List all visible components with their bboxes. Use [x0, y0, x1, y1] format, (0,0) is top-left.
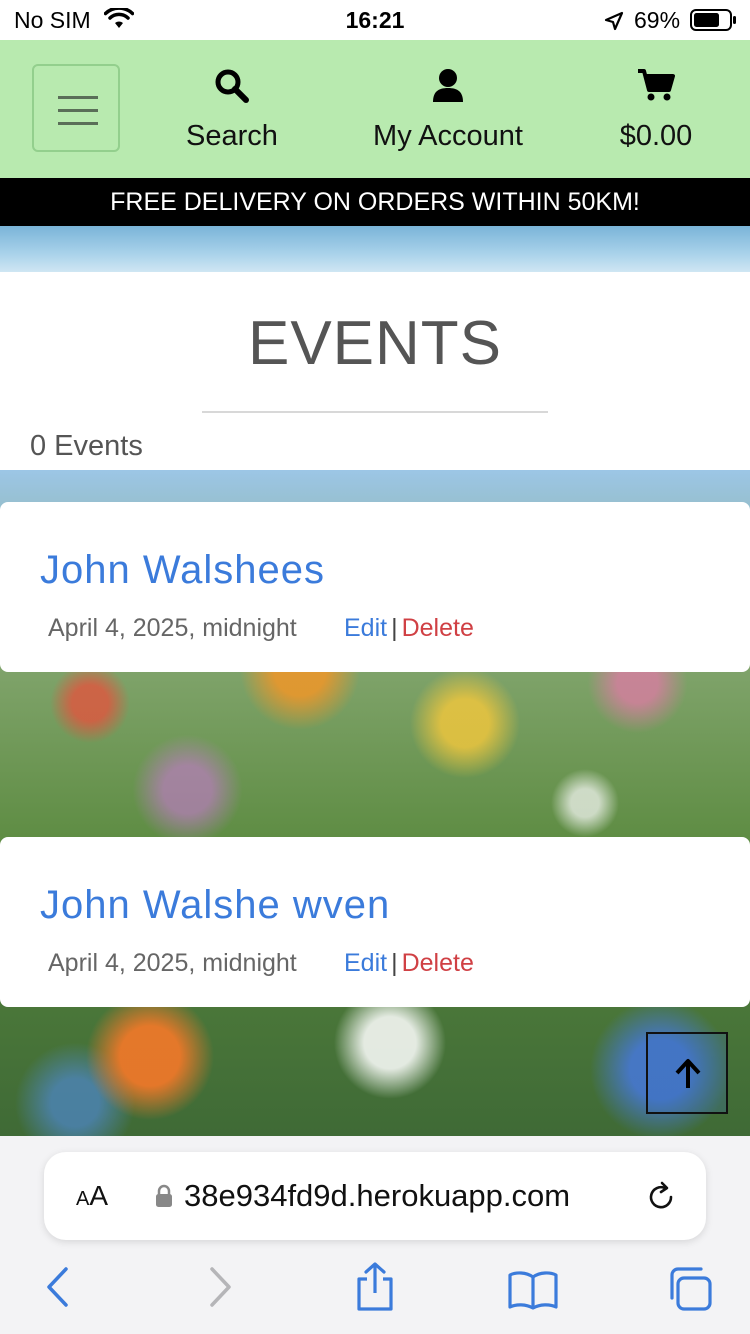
- event-card: John Walshe wven April 4, 2025, midnight…: [0, 837, 750, 1007]
- cart-nav-button[interactable]: $0.00: [596, 68, 716, 153]
- events-header-section: EVENTS 0 Events: [0, 272, 750, 470]
- page-title: EVENTS: [247, 309, 503, 378]
- status-bar: No SIM 16:21 69%: [0, 0, 750, 40]
- search-icon: [172, 68, 292, 108]
- event-title-link[interactable]: John Walshees: [40, 548, 325, 593]
- back-chevron-icon[interactable]: [44, 1266, 72, 1313]
- edit-link[interactable]: Edit: [344, 949, 387, 977]
- my-account-nav-button[interactable]: My Account: [358, 68, 538, 153]
- site-header: Search My Account $0.00: [0, 40, 750, 178]
- delete-link[interactable]: Delete: [402, 949, 474, 977]
- my-account-label: My Account: [373, 120, 523, 152]
- tabs-icon[interactable]: [666, 1266, 714, 1317]
- aa-large: A: [89, 1180, 109, 1211]
- location-arrow-icon: [604, 10, 624, 37]
- events-count: 0 Events: [30, 430, 143, 462]
- bookmarks-icon[interactable]: [508, 1270, 558, 1315]
- action-separator: |: [391, 614, 398, 642]
- hamburger-menu-icon: [58, 96, 98, 131]
- edit-link[interactable]: Edit: [344, 614, 387, 642]
- search-nav-button[interactable]: Search: [172, 68, 292, 153]
- cart-total: $0.00: [619, 120, 693, 152]
- event-actions: Edit | Delete: [344, 949, 474, 978]
- title-divider: [202, 411, 548, 413]
- reader-text-size-button[interactable]: AA: [76, 1180, 108, 1212]
- cart-icon: [596, 68, 716, 108]
- reload-icon[interactable]: [644, 1180, 678, 1219]
- battery-percent: 69%: [634, 7, 681, 33]
- forward-chevron-icon[interactable]: [206, 1266, 234, 1313]
- event-title-link[interactable]: John Walshe wven: [40, 883, 390, 928]
- share-icon[interactable]: [354, 1262, 396, 1317]
- back-to-top-button[interactable]: [646, 1032, 728, 1114]
- url-text[interactable]: 38e934fd9d.herokuapp.com: [184, 1178, 570, 1214]
- arrow-up-icon: [675, 1059, 701, 1088]
- address-bar[interactable]: AA 38e934fd9d.herokuapp.com: [44, 1152, 706, 1240]
- delete-link[interactable]: Delete: [402, 614, 474, 642]
- event-card: John Walshees April 4, 2025, midnight Ed…: [0, 502, 750, 672]
- action-separator: |: [391, 949, 398, 977]
- menu-toggle-button[interactable]: [32, 64, 120, 152]
- lock-icon: [154, 1184, 174, 1213]
- promo-banner: FREE DELIVERY ON ORDERS WITHIN 50KM!: [0, 178, 750, 226]
- hero-image-strip: [0, 226, 750, 272]
- battery-icon: [690, 9, 738, 37]
- aa-small: A: [76, 1188, 90, 1210]
- browser-toolbar: AA 38e934fd9d.herokuapp.com: [0, 1136, 750, 1334]
- event-date: April 4, 2025, midnight: [48, 949, 297, 977]
- user-icon: [358, 68, 538, 108]
- event-actions: Edit | Delete: [344, 614, 474, 643]
- event-date: April 4, 2025, midnight: [48, 614, 297, 642]
- search-label: Search: [186, 120, 278, 152]
